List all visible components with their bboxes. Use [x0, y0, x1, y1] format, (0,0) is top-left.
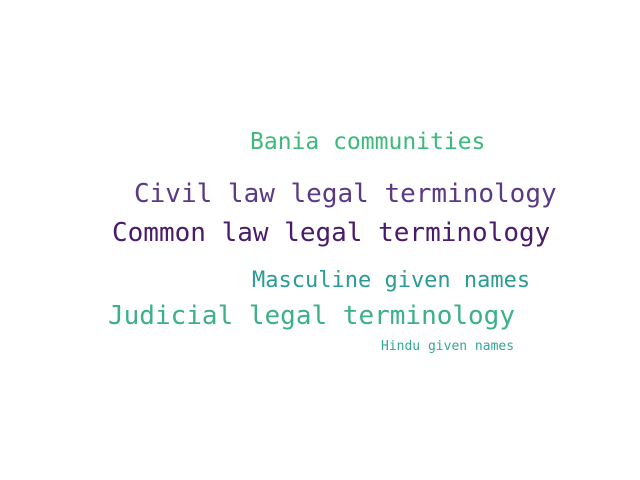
word-judicial-legal-terminology: Judicial legal terminology [108, 301, 515, 331]
word-bania-communities: Bania communities [250, 129, 486, 155]
word-masculine-given-names: Masculine given names [252, 268, 531, 293]
word-cloud: Bania communities Civil law legal termin… [0, 0, 640, 480]
word-common-law-legal-terminology: Common law legal terminology [112, 218, 551, 248]
word-hindu-given-names: Hindu given names [381, 339, 515, 354]
word-civil-law-legal-terminology: Civil law legal terminology [134, 179, 557, 209]
